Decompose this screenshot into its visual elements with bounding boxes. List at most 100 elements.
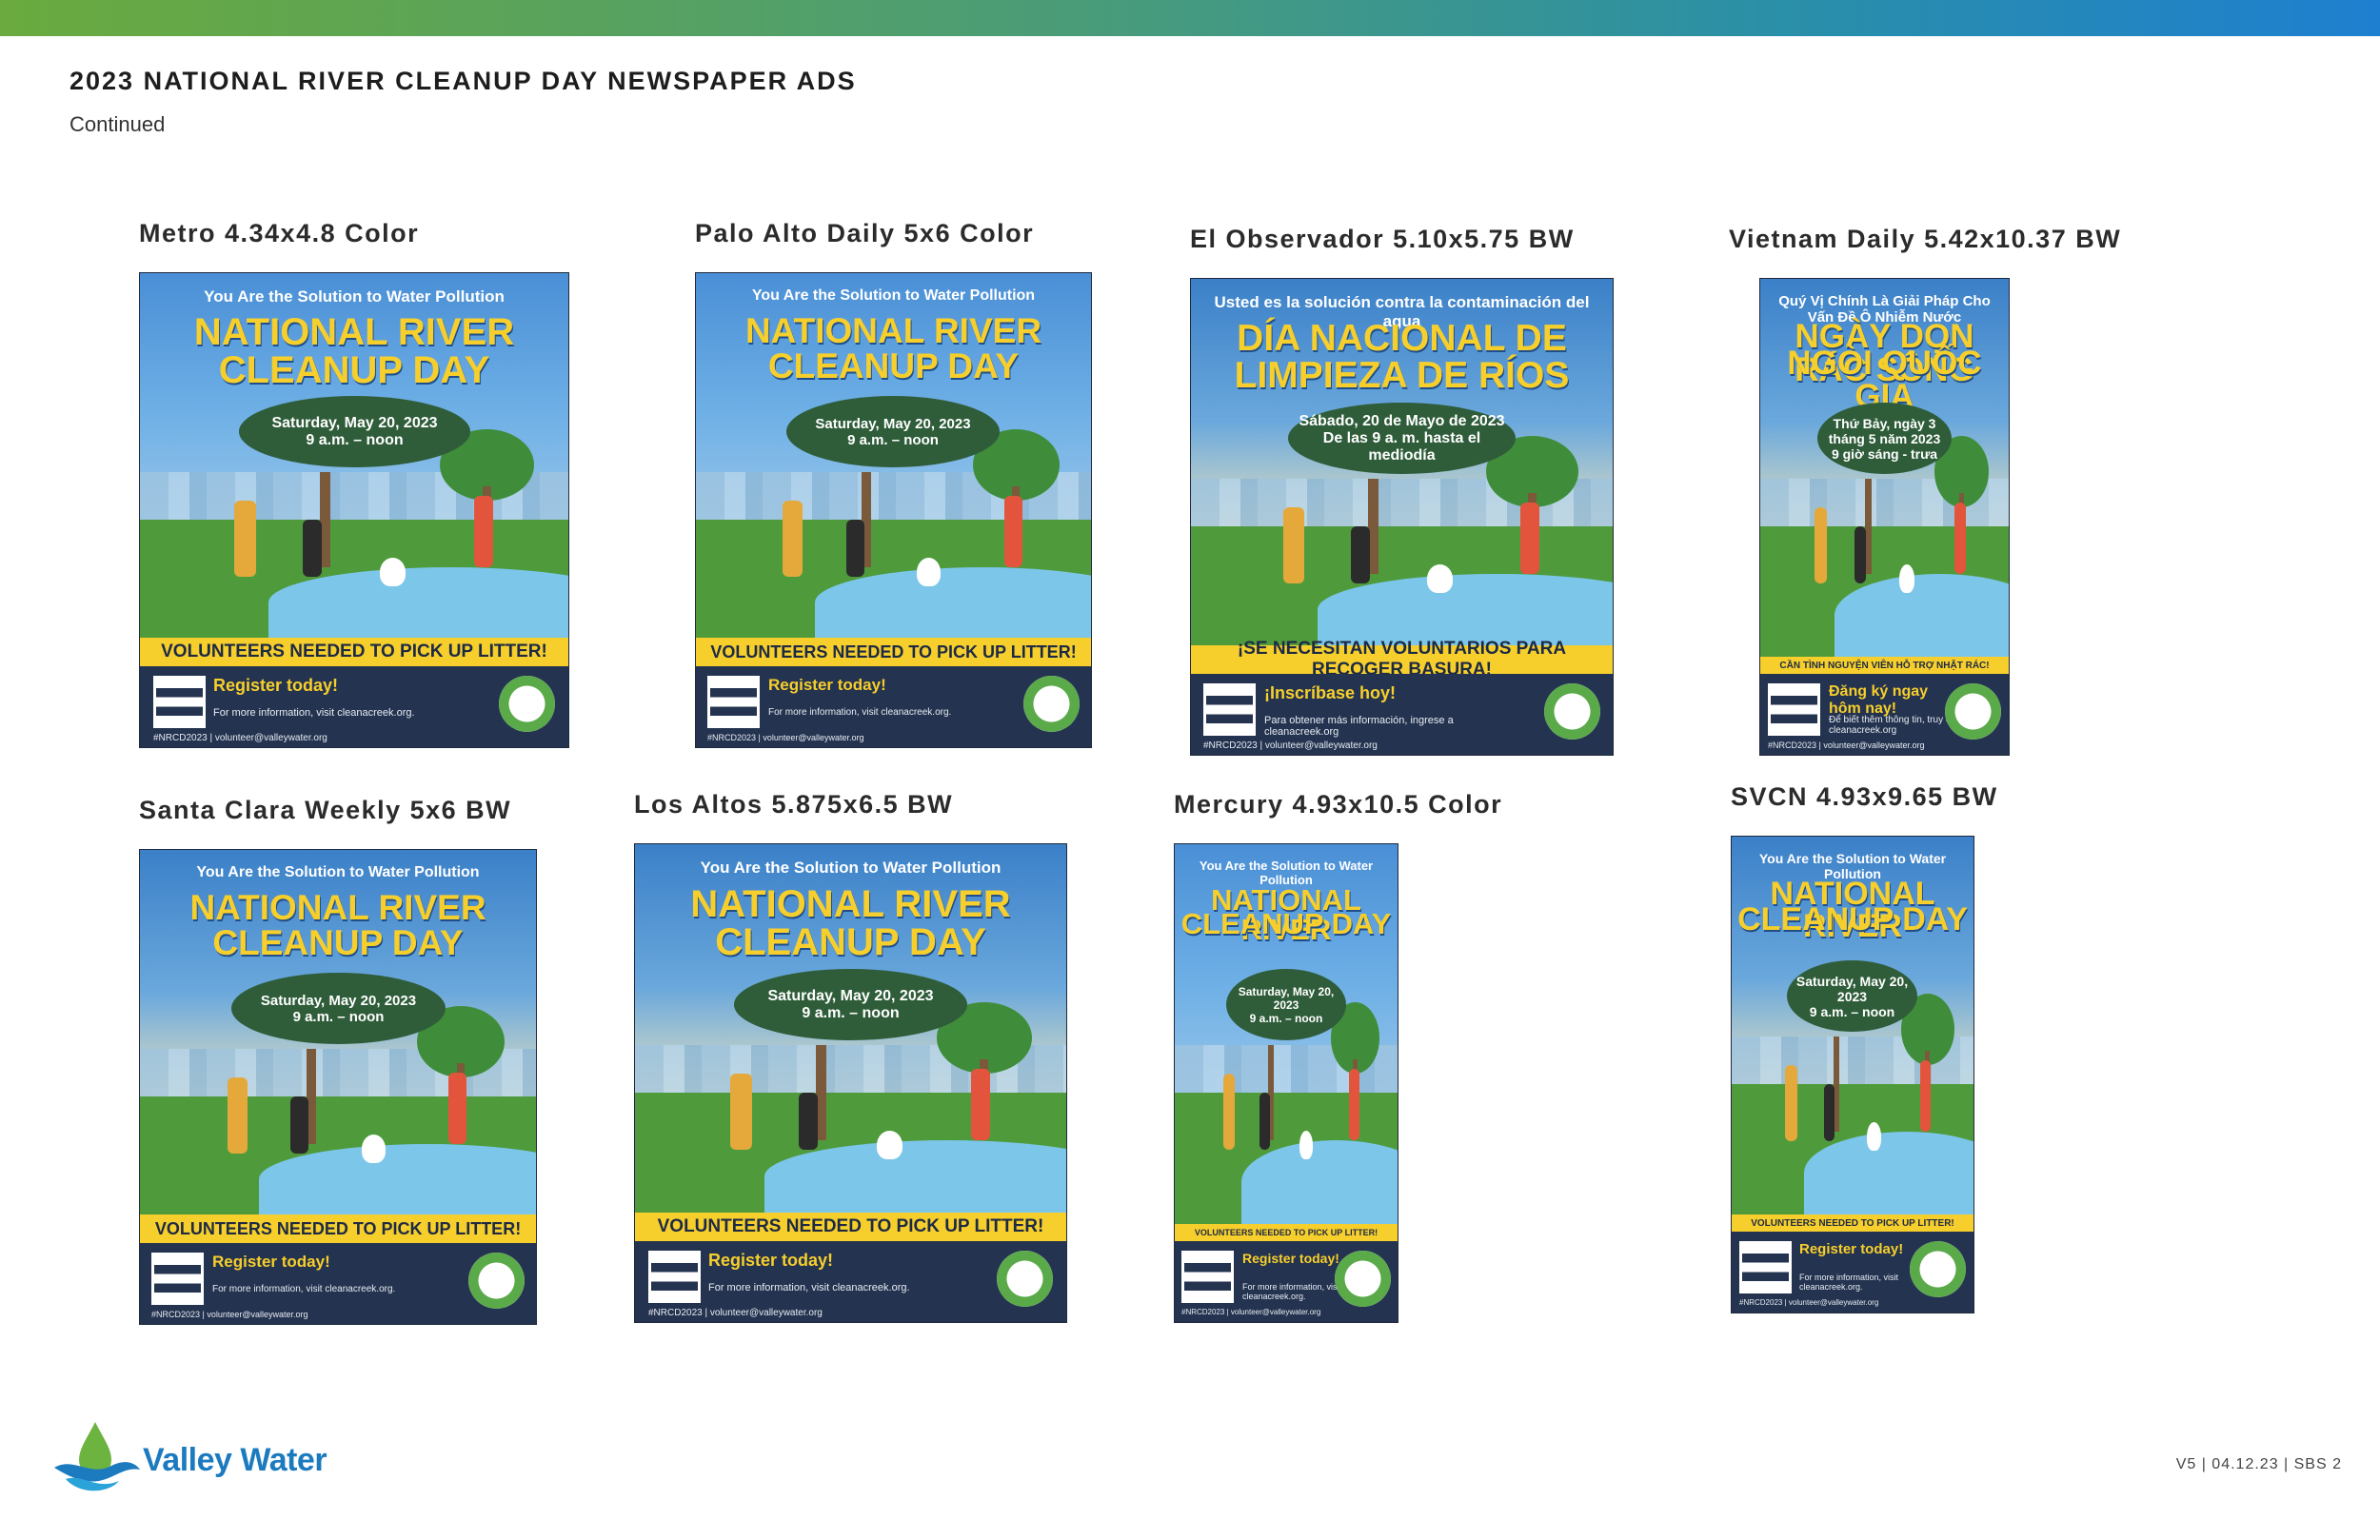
volunteers-banner: VOLUNTEERS NEEDED TO PICK UP LITTER!: [140, 638, 568, 666]
heron-figure: [877, 1131, 902, 1159]
volunteer-figure-1: [1815, 507, 1827, 583]
info-band: Register today! For more information, vi…: [140, 1243, 536, 1324]
heron-figure: [380, 558, 406, 586]
date-bubble: Saturday, May 20, 2023 9 a.m. – noon: [1226, 969, 1346, 1040]
ad-time: 9 a.m. – noon: [1809, 1003, 1895, 1019]
ad-headline-line2: CLEANUP DAY: [212, 923, 464, 962]
info-hashtag: #NRCD2023 | volunteer@valleywater.org: [707, 733, 864, 742]
info-text: For more information, visit cleanacreek.…: [708, 1282, 910, 1293]
qr-code-icon: [648, 1251, 701, 1303]
volunteer-figure-3: [1920, 1060, 1931, 1132]
info-band: Register today! For more information, vi…: [696, 666, 1091, 747]
date-bubble: Saturday, May 20, 2023 9 a.m. – noon: [1787, 960, 1917, 1032]
ad-label-santa-clara: Santa Clara Weekly 5x6 BW: [139, 796, 512, 824]
creek-connections-logo-icon: [1023, 676, 1080, 732]
register-text: Register today!: [1242, 1251, 1339, 1266]
info-text: For more information, visit cleanacreek.…: [212, 1284, 396, 1294]
ad-headline-line2: CLEANUP DAY: [715, 921, 986, 963]
volunteer-figure-3: [1004, 496, 1022, 567]
ad-date: Thứ Bảy, ngày 3 tháng 5 năm 2023: [1828, 415, 1941, 446]
top-gradient-bar: [0, 0, 2380, 36]
volunteer-figure-2: [1854, 526, 1866, 583]
register-text: Register today!: [213, 676, 339, 695]
info-hashtag: #NRCD2023 | volunteer@valleywater.org: [151, 1310, 308, 1319]
ad-metro: You Are the Solution to Water Pollution …: [139, 272, 569, 748]
heron-figure: [1299, 1131, 1313, 1159]
date-bubble: Saturday, May 20, 2023 9 a.m. – noon: [231, 973, 446, 1044]
ad-label-vietnam-daily: Vietnam Daily 5.42x10.37 BW: [1729, 225, 2122, 253]
volunteer-figure-1: [1785, 1065, 1797, 1141]
volunteer-figure-3: [971, 1069, 990, 1140]
logo-text: Valley Water: [143, 1442, 327, 1478]
ad-headline-line2: CLEANUP DAY: [1737, 901, 1968, 938]
ad-time: De las 9 a. m. hasta el mediodía: [1322, 429, 1481, 464]
date-bubble: Sábado, 20 de Mayo de 2023 De las 9 a. m…: [1288, 403, 1516, 474]
volunteers-banner: ¡SE NECESITAN VOLUNTARIOS PARA RECOGER B…: [1191, 639, 1613, 680]
ad-el-observador: Usted es la solución contra la contamina…: [1190, 278, 1614, 756]
date-bubble: Saturday, May 20, 2023 9 a.m. – noon: [786, 396, 1000, 467]
info-band: ¡Inscríbase hoy! Para obtener más inform…: [1191, 674, 1613, 755]
volunteers-banner: VOLUNTEERS NEEDED TO PICK UP LITTER!: [696, 638, 1091, 666]
volunteers-banner: CẦN TÌNH NGUYỆN VIÊN HỖ TRỢ NHẶT RÁC!: [1760, 657, 2009, 674]
creek-connections-logo-icon: [468, 1253, 525, 1309]
ad-time: 9 a.m. – noon: [802, 1004, 900, 1021]
info-hashtag: #NRCD2023 | volunteer@valleywater.org: [1203, 740, 1378, 751]
ad-headline-line2: CLEANUP DAY: [218, 349, 490, 391]
page-footer: V5 | 04.12.23 | SBS 2: [2175, 1456, 2342, 1472]
ad-date: Saturday, May 20, 2023: [1795, 973, 1909, 1004]
register-text: Register today!: [768, 676, 886, 694]
ad-label-el-observador: El Observador 5.10x5.75 BW: [1190, 225, 1575, 253]
ad-headline-line1: DÍA NACIONAL DE: [1237, 318, 1567, 359]
info-hashtag: #NRCD2023 | volunteer@valleywater.org: [153, 733, 327, 743]
ad-date: Saturday, May 20, 2023: [271, 414, 438, 431]
date-bubble: Saturday, May 20, 2023 9 a.m. – noon: [734, 969, 967, 1040]
qr-code-icon: [1203, 683, 1256, 736]
creek-connections-logo-icon: [1945, 683, 2001, 740]
ad-date: Saturday, May 20, 2023: [815, 415, 971, 432]
volunteer-figure-1: [730, 1074, 752, 1150]
heron-figure: [1867, 1122, 1881, 1151]
creek-connections-logo-icon: [1335, 1251, 1391, 1307]
info-hashtag: #NRCD2023 | volunteer@valleywater.org: [1768, 740, 1925, 750]
ad-headline-line1: NATIONAL RIVER: [690, 883, 1011, 925]
ad-mercury: You Are the Solution to Water Pollution …: [1174, 843, 1398, 1323]
ad-date: Saturday, May 20, 2023: [260, 992, 417, 1009]
volunteer-figure-2: [846, 520, 864, 577]
ad-time: 9 a.m. – noon: [847, 431, 939, 448]
ad-headline-line2: CLEANUP DAY: [1180, 907, 1392, 940]
register-text: Register today!: [708, 1251, 834, 1270]
ad-tagline: You Are the Solution to Water Pollution: [700, 859, 1002, 877]
ad-tagline: You Are the Solution to Water Pollution: [204, 287, 505, 306]
ad-label-mercury: Mercury 4.93x10.5 Color: [1174, 790, 1503, 819]
ad-date: Saturday, May 20, 2023: [767, 987, 934, 1004]
register-text: Register today!: [1799, 1241, 1904, 1257]
qr-code-icon: [151, 1253, 204, 1305]
ad-palo-alto: You Are the Solution to Water Pollution …: [695, 272, 1092, 748]
ad-headline-line2: CLEANUP DAY: [767, 346, 1020, 385]
volunteer-figure-1: [1223, 1074, 1235, 1150]
ad-date: Saturday, May 20, 2023: [1238, 984, 1335, 1012]
volunteer-figure-3: [1349, 1069, 1359, 1140]
volunteer-figure-2: [1351, 526, 1370, 583]
info-hashtag: #NRCD2023 | volunteer@valleywater.org: [1181, 1308, 1321, 1316]
volunteers-banner: VOLUNTEERS NEEDED TO PICK UP LITTER!: [1175, 1224, 1398, 1241]
qr-code-icon: [153, 676, 206, 728]
volunteer-figure-1: [228, 1077, 248, 1154]
info-band: Register today! For more information, vi…: [1732, 1232, 1973, 1313]
ad-date: Sábado, 20 de Mayo de 2023: [1299, 412, 1505, 429]
ad-time: 9 a.m. – noon: [306, 431, 404, 448]
volunteer-figure-2: [1824, 1084, 1835, 1141]
info-text: For more information, visit cleanacreek.…: [213, 707, 415, 719]
ad-label-palo-alto: Palo Alto Daily 5x6 Color: [695, 219, 1035, 247]
volunteer-figure-2: [303, 520, 322, 577]
info-band: Register today! For more information, vi…: [140, 666, 568, 747]
volunteer-figure-1: [234, 501, 256, 577]
ad-headline-line2: LIMPIEZA DE RÍOS: [1234, 355, 1570, 396]
qr-code-icon: [1739, 1241, 1792, 1293]
ad-time: 9 a.m. – noon: [1249, 1011, 1323, 1025]
volunteer-figure-3: [448, 1073, 466, 1144]
volunteer-figure-2: [290, 1096, 308, 1154]
info-text: Para obtener más información, ingrese a …: [1264, 715, 1454, 738]
info-band: Register today! For more information, vi…: [1175, 1241, 1398, 1322]
ad-santa-clara: You Are the Solution to Water Pollution …: [139, 849, 537, 1325]
